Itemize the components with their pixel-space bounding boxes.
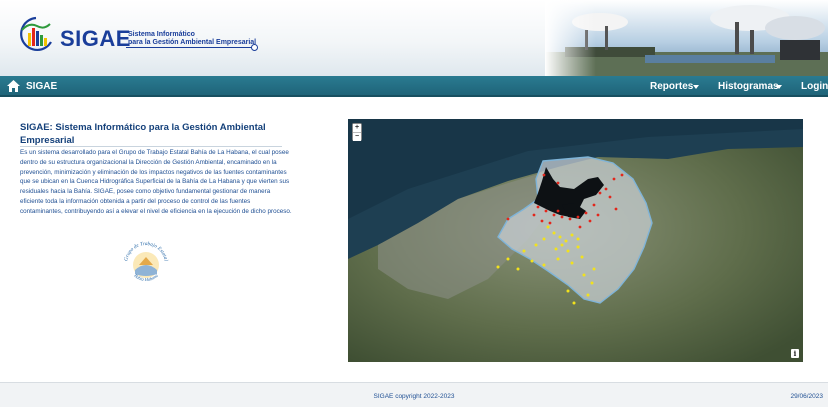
brand-underline bbox=[126, 47, 252, 48]
nav-histogramas[interactable]: Histogramas bbox=[718, 81, 779, 92]
map-canvas[interactable] bbox=[348, 119, 803, 362]
intro-description: Es un sistema desarrollado para el Grupo… bbox=[20, 149, 292, 215]
nav-reportes[interactable]: Reportes bbox=[650, 81, 693, 92]
header-banner: SIGAE Sistema Informático para la Gestió… bbox=[0, 0, 828, 76]
top-navbar: SIGAE Reportes Histogramas Login bbox=[0, 76, 828, 97]
map-zoom-control: + − bbox=[352, 123, 362, 141]
intro-divider bbox=[20, 146, 282, 147]
brand-title: SIGAE bbox=[60, 26, 131, 51]
brand-subtitle-line2: para la Gestión Ambiental Empresarial bbox=[128, 39, 257, 46]
brand-dot bbox=[251, 44, 258, 51]
zoom-in-button[interactable]: + bbox=[353, 124, 361, 132]
chevron-down-icon[interactable] bbox=[693, 85, 699, 89]
map-info-button[interactable]: i bbox=[791, 349, 799, 358]
bay-map[interactable] bbox=[348, 119, 803, 362]
brand-subtitle-line1: Sistema Informático bbox=[128, 31, 195, 38]
nav-home-link[interactable]: SIGAE bbox=[26, 81, 57, 92]
chevron-down-icon[interactable] bbox=[776, 85, 782, 89]
zoom-out-button[interactable]: − bbox=[353, 133, 361, 141]
sigae-logo-icon bbox=[20, 16, 52, 52]
page-footer: SIGAE copyright 2022-2023 29/06/2023 bbox=[0, 382, 828, 407]
intro-title: SIGAE: Sistema Informático para la Gesti… bbox=[20, 122, 266, 146]
grupo-trabajo-seal-logo: Grupo de Trabajo Estatal Bahía Habana bbox=[123, 241, 169, 282]
footer-date: 29/06/2023 bbox=[790, 393, 823, 400]
banner-industry-image bbox=[545, 0, 828, 76]
footer-copyright: SIGAE copyright 2022-2023 bbox=[373, 393, 455, 400]
home-icon[interactable] bbox=[7, 80, 20, 92]
nav-login[interactable]: Login bbox=[801, 81, 828, 92]
